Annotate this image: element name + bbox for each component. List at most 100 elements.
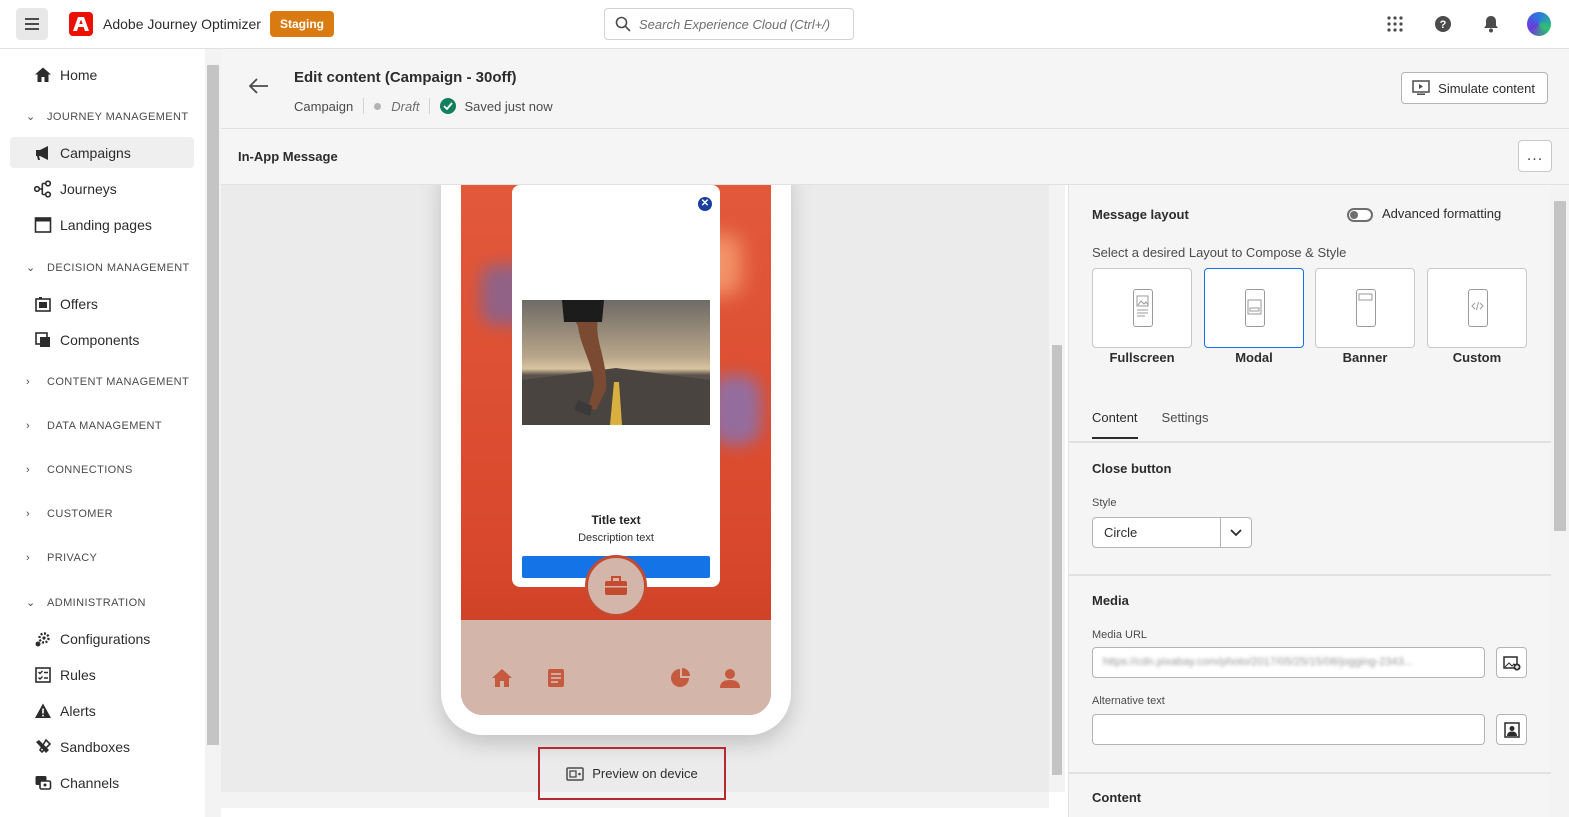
user-icon <box>720 669 740 688</box>
sidebar-section-label: CONNECTIONS <box>47 464 133 476</box>
sidebar-item-channels[interactable]: Channels <box>10 767 194 798</box>
canvas-vertical-scrollbar[interactable] <box>1049 185 1065 792</box>
sidebar-item-label: Landing pages <box>60 216 152 233</box>
scrollbar-thumb[interactable] <box>1554 201 1566 531</box>
search-input[interactable]: Search Experience Cloud (Ctrl+/) <box>604 8 854 40</box>
divider <box>1069 772 1551 774</box>
sidebar-item-label: Journeys <box>60 180 117 197</box>
sidebar-section-label: CONTENT MANAGEMENT <box>47 376 190 388</box>
layout-option-fullscreen[interactable] <box>1092 268 1192 348</box>
properties-panel: Message layout Advanced formatting Selec… <box>1068 185 1551 817</box>
divider <box>1069 441 1551 443</box>
sidebar-section-data-management[interactable]: › DATA MANAGEMENT <box>26 420 162 432</box>
chevron-down-icon: ⌄ <box>26 111 36 123</box>
sidebar-item-label: Sandboxes <box>60 738 131 755</box>
sidebar-item-label: Home <box>60 66 98 83</box>
sidebar-section-label: JOURNEY MANAGEMENT <box>47 110 189 123</box>
sidebar-item-offers[interactable]: Offers <box>10 288 194 319</box>
ellipsis-icon: ... <box>1526 147 1544 164</box>
top-bar: Adobe Journey Optimizer Staging Search E… <box>0 0 1569 49</box>
scrollbar-thumb[interactable] <box>207 65 219 745</box>
sidebar-item-label: Configurations <box>60 630 151 647</box>
app-title[interactable]: Adobe Journey Optimizer <box>103 16 261 32</box>
apps-grid-icon[interactable] <box>1383 12 1407 36</box>
content-header: Edit content (Campaign - 30off) Campaign… <box>221 49 1569 129</box>
save-status: Saved just now <box>464 98 553 114</box>
sidebar-item-alerts[interactable]: Alerts <box>10 695 194 726</box>
layout-label-banner: Banner <box>1342 350 1388 365</box>
close-style-value: Circle <box>1104 525 1138 540</box>
divider <box>1069 574 1551 576</box>
simulate-content-button[interactable]: Simulate content <box>1401 72 1548 104</box>
more-actions-button[interactable]: ... <box>1518 140 1552 172</box>
chevron-right-icon: › <box>26 464 31 476</box>
sidebar-section-customer[interactable]: › CUSTOMER <box>26 508 113 520</box>
layout-label-custom: Custom <box>1452 350 1502 365</box>
user-avatar[interactable] <box>1527 12 1551 36</box>
sidebar-section-label: CUSTOMER <box>47 508 113 520</box>
modal-description: Description text <box>578 532 654 544</box>
message-layout-heading: Message layout <box>1092 207 1189 222</box>
search-icon <box>615 16 631 32</box>
menu-icon[interactable] <box>16 8 48 40</box>
media-heading: Media <box>1092 593 1129 608</box>
home-icon <box>492 669 512 687</box>
sidebar-item-sandboxes[interactable]: Sandboxes <box>10 731 194 762</box>
close-style-select[interactable]: Circle <box>1092 517 1252 548</box>
sidebar-item-components[interactable]: Components <box>10 324 194 355</box>
content-heading: Content <box>1092 790 1142 805</box>
landing-page-icon <box>34 217 52 233</box>
sidebar-section-decision-management[interactable]: ⌄ DECISION MANAGEMENT <box>26 261 190 275</box>
layout-option-banner[interactable] <box>1315 268 1415 348</box>
panel-scrollbar[interactable] <box>1551 185 1569 817</box>
chevron-down-icon[interactable] <box>1220 518 1251 547</box>
adobe-logo-icon[interactable] <box>69 12 93 36</box>
sidebar-item-home[interactable]: Home <box>10 59 194 90</box>
sidebar-section-administration[interactable]: ⌄ ADMINISTRATION <box>26 596 146 610</box>
chevron-right-icon: › <box>26 508 31 520</box>
help-icon[interactable]: ? <box>1431 12 1455 36</box>
preview-canvas: ✕ Title text Description text Button <box>221 185 1049 792</box>
close-icon[interactable]: ✕ <box>698 197 712 211</box>
page-title: Edit content (Campaign - 30off) <box>294 69 517 86</box>
sidebar-section-journey-management[interactable]: ⌄ JOURNEY MANAGEMENT <box>26 110 189 124</box>
sidebar-section-label: DECISION MANAGEMENT <box>47 261 190 274</box>
chevron-right-icon: › <box>26 376 31 388</box>
tab-settings[interactable]: Settings <box>1162 410 1209 439</box>
sidebar-item-label: Rules <box>60 666 96 683</box>
sidebar-item-journeys[interactable]: Journeys <box>10 173 194 204</box>
sidebar-item-rules[interactable]: Rules <box>10 659 194 690</box>
alt-text-field[interactable] <box>1092 714 1485 745</box>
alt-text-picker-button[interactable] <box>1496 714 1527 745</box>
sidebar-scrollbar[interactable] <box>205 49 221 817</box>
sidebar-item-configurations[interactable]: Configurations <box>10 623 194 654</box>
status-badge: Draft <box>391 98 420 114</box>
sidebar-item-label: Channels <box>60 774 120 791</box>
portrait-image-icon <box>1503 721 1520 738</box>
advanced-formatting-toggle[interactable] <box>1347 208 1373 222</box>
chevron-down-icon: ⌄ <box>26 597 36 609</box>
image-picker-button[interactable] <box>1496 647 1527 678</box>
sidebar-item-landing-pages[interactable]: Landing pages <box>10 209 194 240</box>
banner-layout-icon <box>1356 289 1376 327</box>
media-url-value: https://cdn.pixabay.com/photo/2017/05/25… <box>1103 656 1413 668</box>
status-row: Campaign Draft Saved just now <box>294 98 553 114</box>
sidebar-section-privacy[interactable]: › PRIVACY <box>26 552 97 564</box>
modal-message: ✕ Title text Description text Button <box>512 185 720 587</box>
media-url-label: Media URL <box>1092 629 1148 641</box>
layout-option-modal[interactable] <box>1204 268 1304 348</box>
back-arrow-icon[interactable] <box>248 77 269 100</box>
chevron-down-icon: ⌄ <box>26 262 36 274</box>
sidebar-section-content-management[interactable]: › CONTENT MANAGEMENT <box>26 376 189 388</box>
sidebar-nav: Home ⌄ JOURNEY MANAGEMENT Campaigns Jour… <box>0 49 205 817</box>
sidebar-item-campaigns[interactable]: Campaigns <box>10 137 194 168</box>
notifications-bell-icon[interactable] <box>1479 12 1503 36</box>
channels-icon <box>35 776 52 790</box>
tab-content[interactable]: Content <box>1092 410 1138 439</box>
sidebar-section-connections[interactable]: › CONNECTIONS <box>26 464 133 476</box>
layout-option-custom[interactable] <box>1427 268 1527 348</box>
search-placeholder: Search Experience Cloud (Ctrl+/) <box>639 16 831 32</box>
preview-on-device-button[interactable]: Preview on device <box>538 747 726 800</box>
scrollbar-thumb[interactable] <box>1052 345 1062 775</box>
media-url-field[interactable]: https://cdn.pixabay.com/photo/2017/05/25… <box>1092 647 1485 678</box>
